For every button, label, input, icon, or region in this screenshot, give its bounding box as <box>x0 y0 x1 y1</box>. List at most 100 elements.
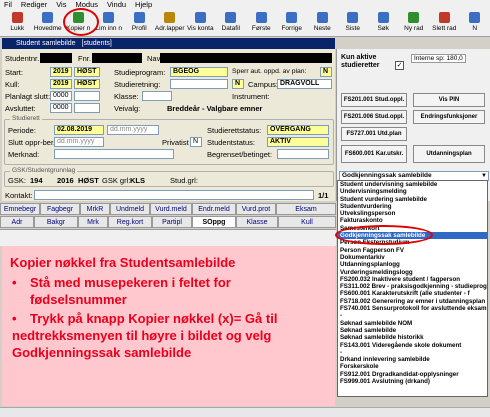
veivalg-label: Veivalg: <box>114 104 141 113</box>
periode-to-field[interactable]: dd.mm.yyyy <box>107 125 159 135</box>
menu-view[interactable]: Vis <box>56 0 66 10</box>
dropdown-item[interactable]: Dokumentarkiv <box>338 254 487 261</box>
dropdown-item[interactable]: Fakturaskonto <box>338 217 487 224</box>
dropdown-item[interactable]: FS912.001 Drgradkandidat-opplysninger <box>338 371 487 378</box>
kull-flag-field[interactable]: N <box>232 79 244 89</box>
endringsfunksjoner-button[interactable]: Endringsfunksjoner <box>413 110 485 124</box>
avsluttet-term-field[interactable] <box>74 103 100 113</box>
toolbar-button-10[interactable]: Neste <box>307 10 338 37</box>
begrenset-field[interactable] <box>277 149 329 159</box>
fs600-001-button[interactable]: FS600.001 Kar.utskr. <box>341 145 407 163</box>
fs201-006-button[interactable]: FS201.006 Stud.oppl. <box>341 110 407 124</box>
toolbar-button-9[interactable]: Forrige <box>277 10 308 37</box>
tab-0-6[interactable]: Vurd.prot <box>236 203 276 215</box>
studierettstatus-field[interactable]: OVERGANG <box>267 125 329 135</box>
toolbar-button-5[interactable]: Adr.lapper <box>155 10 186 37</box>
tab-1-6[interactable]: Klasse <box>236 216 278 228</box>
kun-aktive-checkbox[interactable]: ✓ <box>395 61 404 70</box>
toolbar-button-13[interactable]: Ny rad <box>399 10 430 37</box>
merknad-field[interactable] <box>54 149 174 159</box>
dropdown-item[interactable]: - <box>338 349 487 356</box>
klasse-field[interactable] <box>142 91 172 101</box>
toolbar-button-15[interactable]: N <box>460 10 490 37</box>
vis-pin-button[interactable]: Vis PIN <box>413 93 485 107</box>
tab-0-5[interactable]: Endr.meld <box>192 203 236 215</box>
dropdown-item[interactable]: Drkand innlevering samlebilde <box>338 356 487 363</box>
dropdown-item[interactable]: Søknad samlebilde NOM <box>338 320 487 327</box>
form-dropdown-list[interactable]: Student undervisning samlebilde Undervisn… <box>337 180 488 397</box>
toolbar-button-12[interactable]: Søk <box>368 10 399 37</box>
privatist-label: Privatist <box>162 138 189 147</box>
toolbar-button-14[interactable]: Slett rad <box>429 10 460 37</box>
dropdown-item[interactable]: FS600.001 Karakterutskrift (alle student… <box>338 290 487 297</box>
periode-from-field[interactable]: 02.08.2019 <box>54 125 104 135</box>
toolbar-button-7[interactable]: Datafil <box>216 10 247 37</box>
slutt-oppr-field[interactable]: dd.mm.yyyy <box>54 137 104 147</box>
avsluttet-field[interactable]: 0000 <box>50 103 72 113</box>
dropdown-item[interactable]: FS200.032 Inaktivere student / fagperson <box>338 276 487 283</box>
dropdown-item[interactable]: Utdanningsplanlogg <box>338 261 487 268</box>
dropdown-item[interactable]: FS311.002 Brev - praksisgodkjenning - st… <box>338 283 487 290</box>
menu-help[interactable]: Hjelp <box>135 0 152 10</box>
planlagt-slutt-field[interactable]: 0000 <box>50 91 72 101</box>
fnr-field[interactable] <box>92 53 142 63</box>
dropdown-item[interactable]: FS143.001 Videregående skole dokument <box>338 342 487 349</box>
fs201-001-button[interactable]: FS201.001 Stud.oppl. <box>341 93 407 107</box>
dropdown-item[interactable]: Forskerskole <box>338 363 487 370</box>
studieretning-field[interactable] <box>170 79 228 89</box>
dropdown-item[interactable]: FS999.001 Avslutning (drkand) <box>338 378 487 385</box>
dropdown-item[interactable]: Studentvurdering <box>338 203 487 210</box>
tab-0-2[interactable]: MrkR <box>80 203 110 215</box>
start-term-field[interactable]: HØST <box>74 67 100 77</box>
utdanningsplan-button[interactable]: Utdanningsplan <box>413 145 485 163</box>
dropdown-item[interactable]: FS718.002 Generering av emner i utdannin… <box>338 298 487 305</box>
toolbar-label: Siste <box>345 25 360 32</box>
dropdown-item[interactable]: Undervisningsmelding <box>338 188 487 195</box>
tab-1-3[interactable]: Reg.kort <box>108 216 152 228</box>
navn-field[interactable] <box>160 53 332 63</box>
dropdown-item[interactable]: Søknad samlebilde historikk <box>338 334 487 341</box>
dropdown-item[interactable]: Student undervisning samlebilde <box>338 181 487 188</box>
dropdown-item[interactable]: Student vurdering samlebilde <box>338 196 487 203</box>
tab-0-0[interactable]: Emnebegr <box>0 203 40 215</box>
start-year-field[interactable]: 2019 <box>50 67 72 77</box>
tab-1-4[interactable]: Partipl <box>152 216 192 228</box>
dropdown-item[interactable]: Person Fagperson FV <box>338 247 487 254</box>
privatist-field[interactable]: N <box>190 137 202 147</box>
kull-term-field[interactable]: HØST <box>74 79 100 89</box>
fs727-001-button[interactable]: FS727.001 Utd.plan <box>341 127 407 141</box>
tab-1-2[interactable]: Mrk <box>78 216 108 228</box>
studieprogram-field[interactable]: BGEOG <box>170 67 228 77</box>
tab-0-7[interactable]: Eksam <box>276 203 336 215</box>
toolbar-icon <box>225 12 237 23</box>
tab-1-5[interactable]: SOppg <box>192 216 236 228</box>
menu-window[interactable]: Vindu <box>107 0 126 10</box>
toolbar-button-0[interactable]: Lukk <box>2 10 33 37</box>
toolbar-button-11[interactable]: Siste <box>338 10 369 37</box>
tab-0-1[interactable]: Fagbegr <box>40 203 80 215</box>
studentnr-field[interactable] <box>40 53 72 63</box>
toolbar-button-6[interactable]: Vis konta <box>185 10 216 37</box>
kull-year-field[interactable]: 2019 <box>50 79 72 89</box>
toolbar-button-4[interactable]: Profil <box>124 10 155 37</box>
tab-1-1[interactable]: Bakgr <box>34 216 78 228</box>
tab-0-3[interactable]: Undmeld <box>110 203 150 215</box>
menu-file[interactable]: Fil <box>4 0 12 10</box>
tab-0-4[interactable]: Vurd.meld <box>150 203 192 215</box>
kontakt-field[interactable] <box>34 190 314 200</box>
horizontal-scrollbar[interactable] <box>0 407 490 417</box>
studentstatus-field[interactable]: AKTIV <box>267 137 329 147</box>
dropdown-item[interactable]: - <box>338 312 487 319</box>
tab-1-0[interactable]: Adr <box>0 216 34 228</box>
dropdown-item[interactable]: Vurderingsmeldingslogg <box>338 269 487 276</box>
dropdown-item[interactable]: FS740.001 Sensurprotokoll for avsluttend… <box>338 305 487 312</box>
tab-1-7[interactable]: Kull <box>278 216 336 228</box>
dropdown-item[interactable]: Søknad samlebilde <box>338 327 487 334</box>
toolbar-button-1[interactable]: Hovedme <box>33 10 64 37</box>
dropdown-item[interactable]: Utvekslingsperson <box>338 210 487 217</box>
sperr-field[interactable]: N <box>320 67 332 77</box>
menu-edit[interactable]: Rediger <box>21 0 47 10</box>
toolbar-button-8[interactable]: Første <box>246 10 277 37</box>
campus-field[interactable]: DRAGVOLL <box>277 79 332 89</box>
planlagt-slutt-term-field[interactable] <box>74 91 100 101</box>
